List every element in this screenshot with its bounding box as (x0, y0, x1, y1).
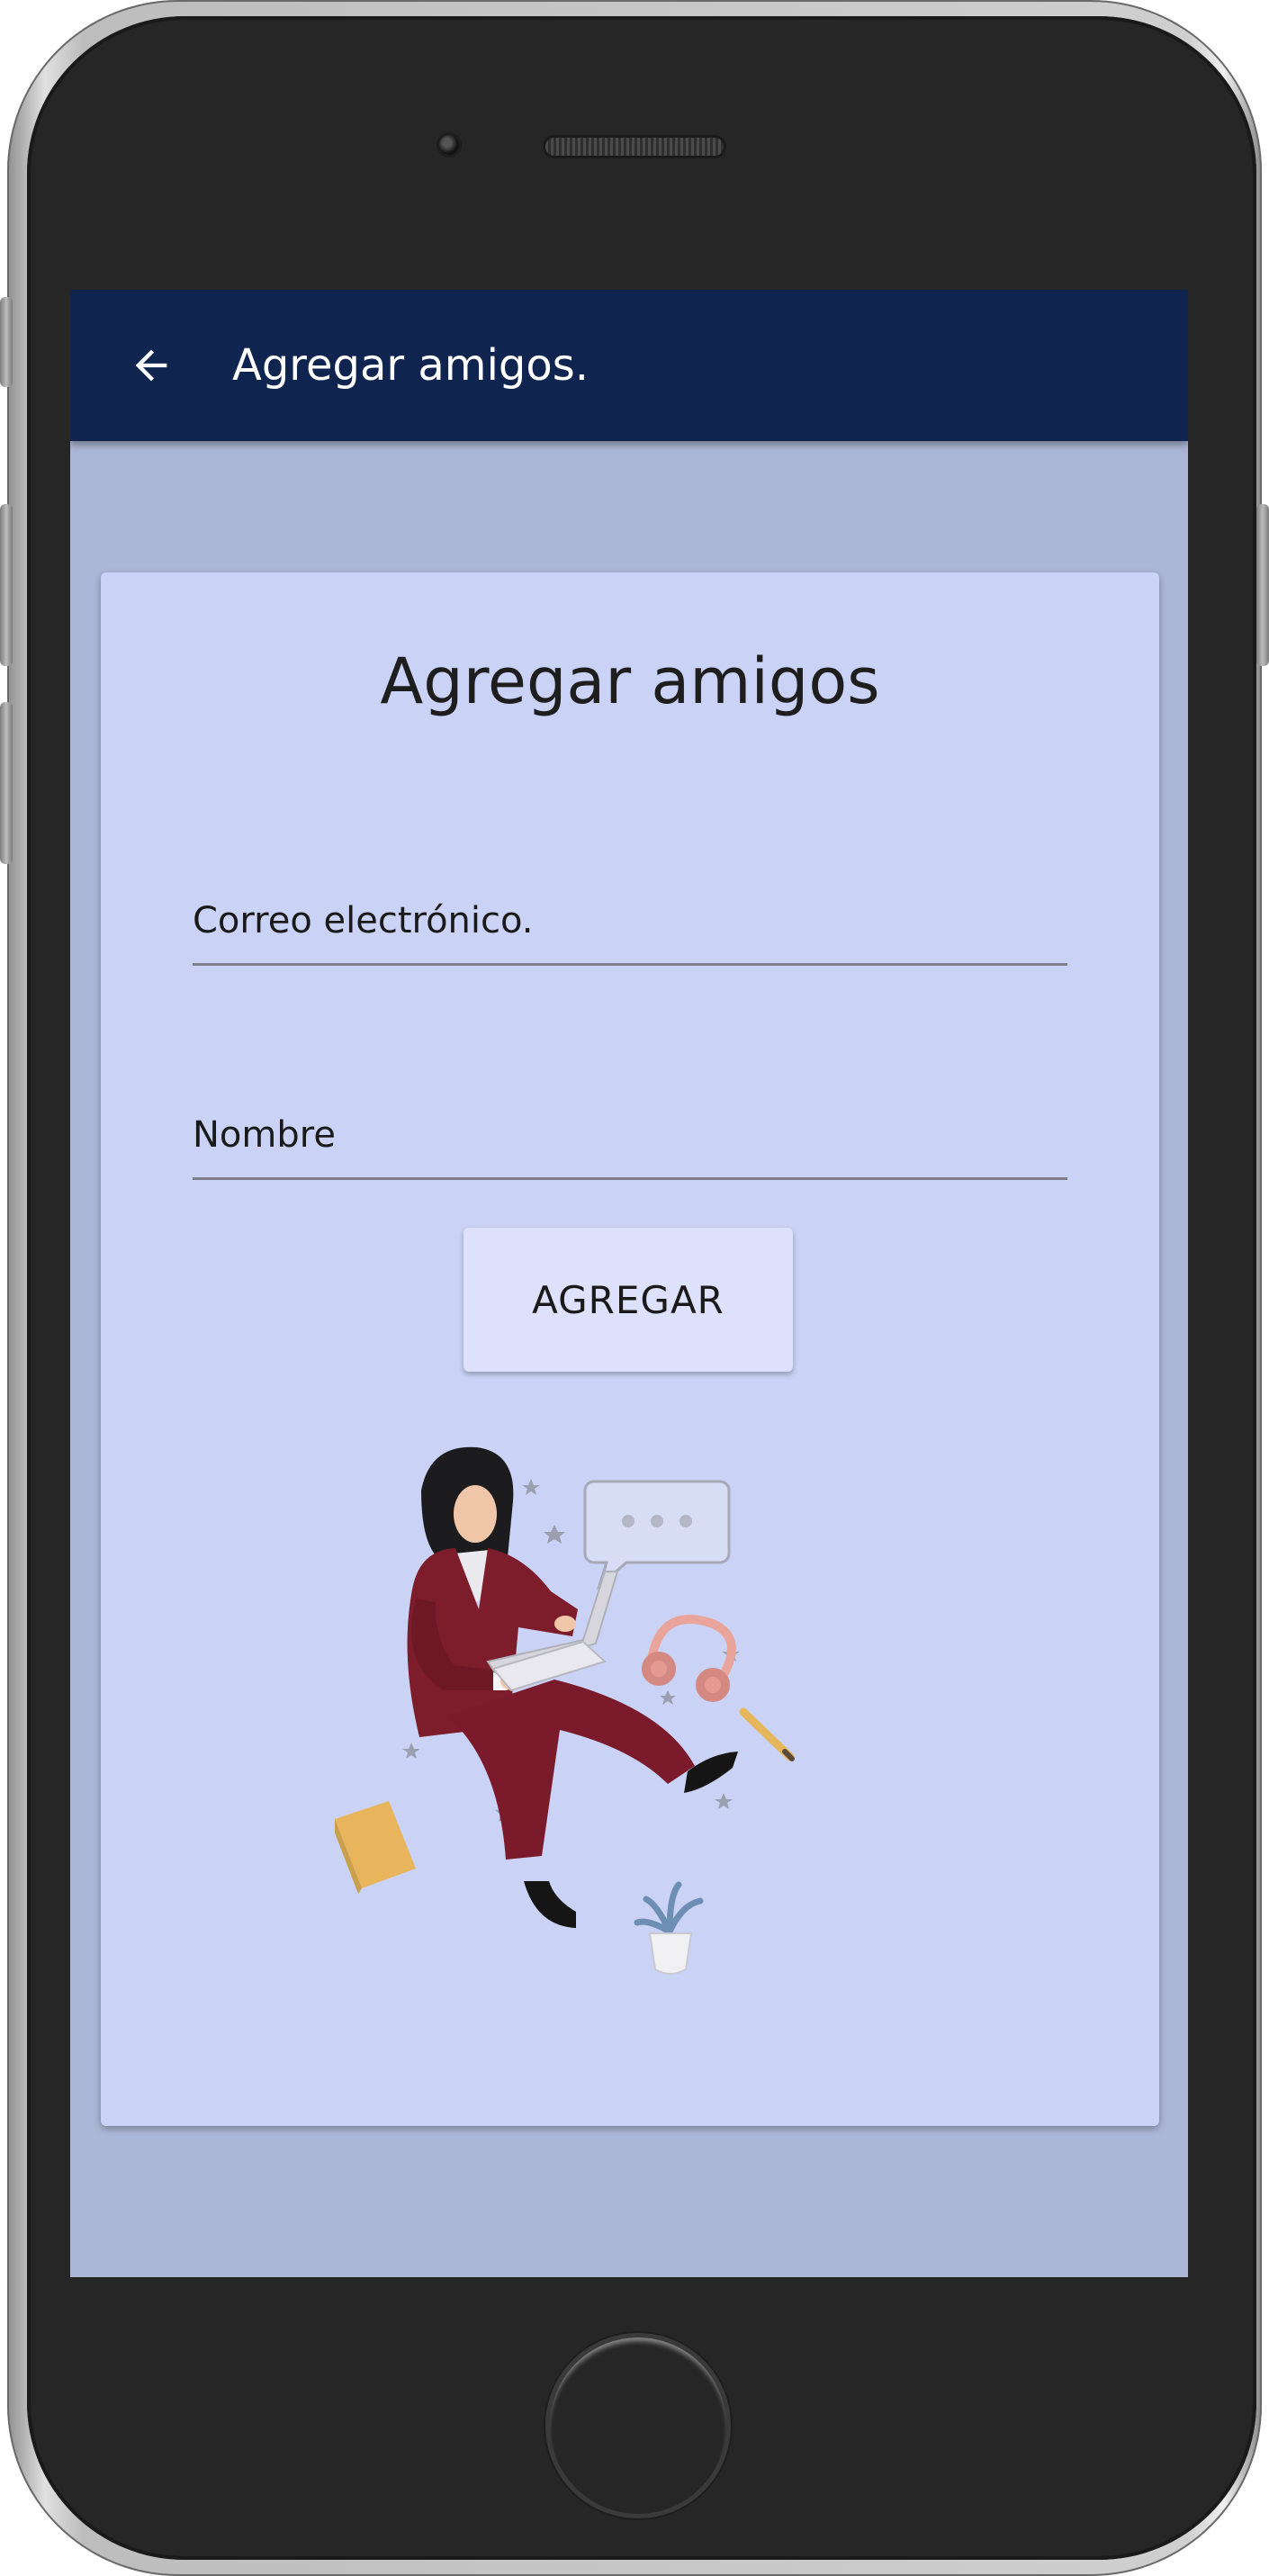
front-camera (439, 135, 459, 155)
pencil-icon (739, 1707, 795, 1761)
name-field[interactable] (193, 1114, 1067, 1156)
book-icon (335, 1801, 416, 1894)
app-bar-title: Agregar amigos. (232, 340, 589, 391)
mute-switch (0, 297, 13, 387)
email-field-container (193, 873, 1067, 966)
power-button (1256, 504, 1269, 666)
speech-bubble-icon (583, 1480, 731, 1590)
woman-with-laptop-illustration (335, 1446, 795, 1975)
earpiece-speaker (545, 138, 724, 156)
add-friend-card: Agregar amigos AGREGAR (101, 572, 1159, 2126)
home-button[interactable] (545, 2333, 731, 2518)
arrow-left-icon (135, 349, 167, 382)
add-button[interactable]: AGREGAR (464, 1228, 793, 1372)
volume-up-button (0, 504, 13, 666)
volume-down-button (0, 702, 13, 864)
app-bar: Agregar amigos. (70, 290, 1188, 441)
headphones-icon (642, 1615, 736, 1702)
app-screen: Agregar amigos. Agregar amigos AGREGAR (70, 290, 1188, 2277)
name-field-container (193, 1087, 1067, 1180)
plant-icon (634, 1881, 704, 1975)
card-title: Agregar amigos (380, 644, 880, 718)
email-field[interactable] (193, 900, 1067, 941)
back-button[interactable] (117, 331, 185, 400)
